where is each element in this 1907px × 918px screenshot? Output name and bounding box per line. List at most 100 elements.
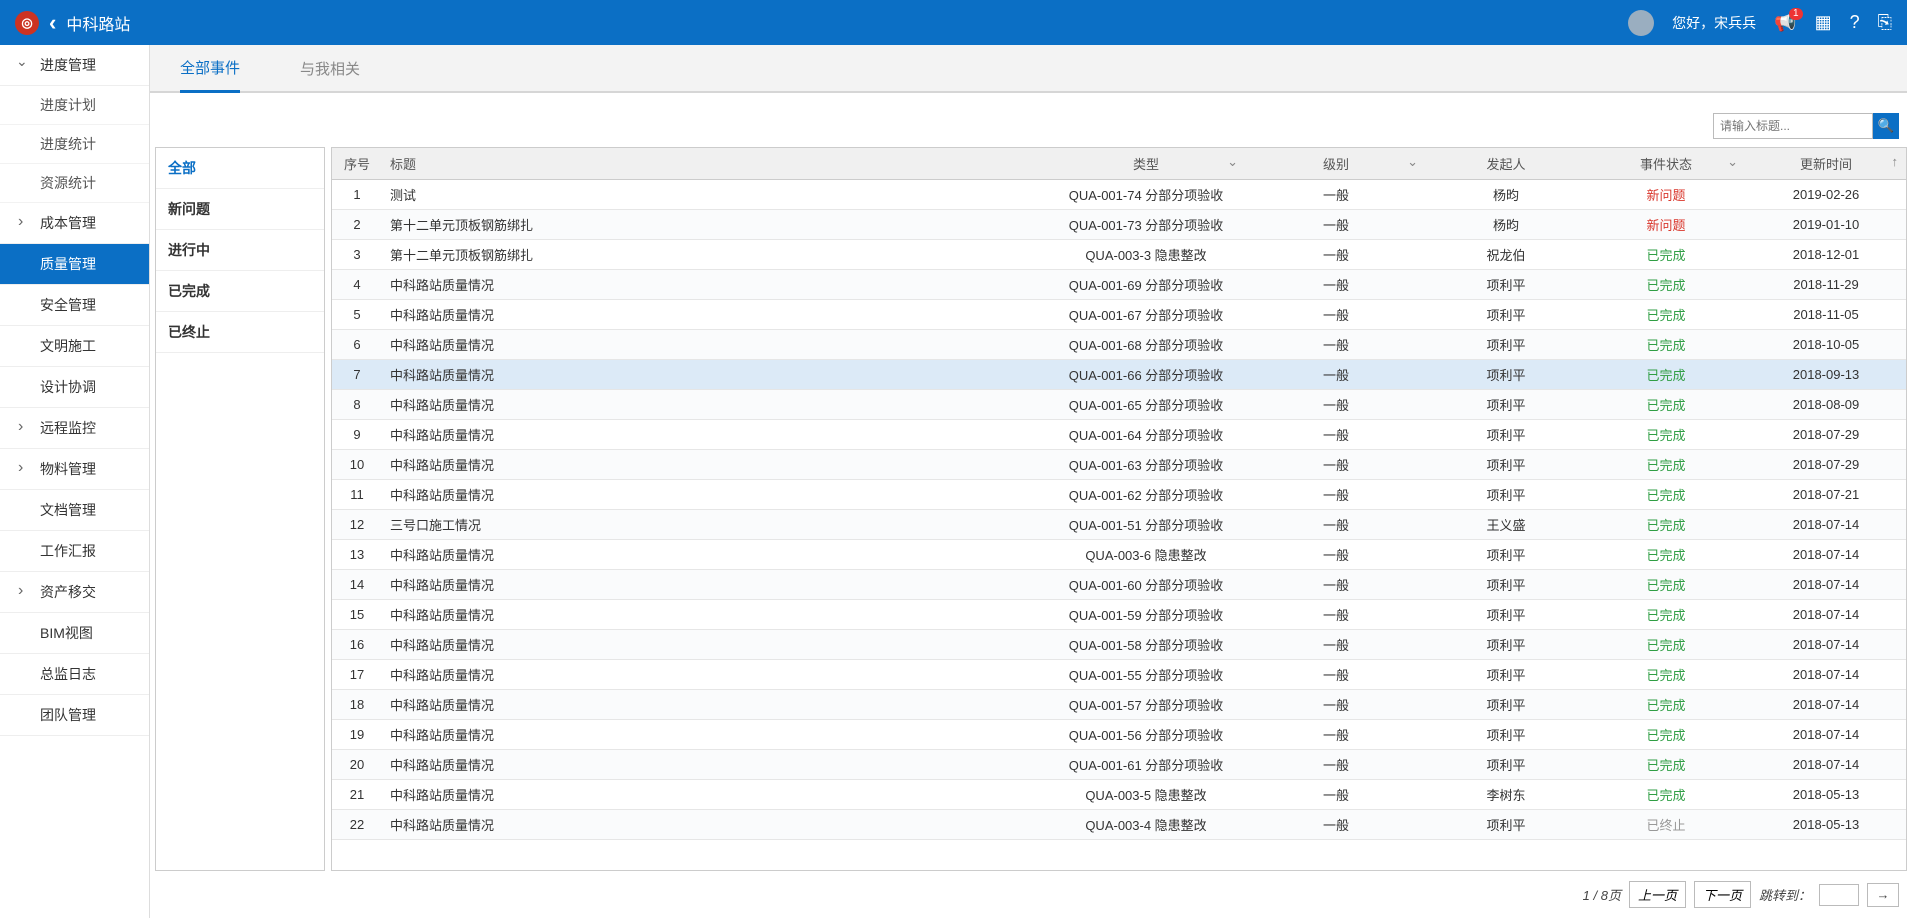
- col-header-type[interactable]: 类型⌄: [1046, 148, 1246, 180]
- table-row[interactable]: 13中科路站质量情况QUA-003-6 隐患整改一般项利平已完成2018-07-…: [332, 540, 1906, 570]
- table-row[interactable]: 21中科路站质量情况QUA-003-5 隐患整改一般李树东已完成2018-05-…: [332, 780, 1906, 810]
- filter-item[interactable]: 新问题: [156, 189, 324, 230]
- cell-time: 2018-11-05: [1746, 300, 1906, 330]
- sidebar-item[interactable]: 文明施工: [0, 326, 149, 367]
- chevron-down-icon[interactable]: ⌄: [1227, 154, 1238, 170]
- table-row[interactable]: 6中科路站质量情况QUA-001-68 分部分项验收一般项利平已完成2018-1…: [332, 330, 1906, 360]
- tab[interactable]: 与我相关: [300, 46, 360, 91]
- search-input[interactable]: [1713, 113, 1873, 139]
- table-row[interactable]: 17中科路站质量情况QUA-001-55 分部分项验收一般项利平已完成2018-…: [332, 660, 1906, 690]
- table-row[interactable]: 3第十二单元顶板钢筋绑扎QUA-003-3 隐患整改一般祝龙伯已完成2018-1…: [332, 240, 1906, 270]
- sidebar-sub-item[interactable]: 进度计划: [0, 86, 149, 125]
- table-row[interactable]: 14中科路站质量情况QUA-001-60 分部分项验收一般项利平已完成2018-…: [332, 570, 1906, 600]
- cell-type: QUA-001-66 分部分项验收: [1046, 360, 1246, 390]
- sidebar-item[interactable]: 工作汇报: [0, 531, 149, 572]
- sidebar-item[interactable]: 总监日志: [0, 654, 149, 695]
- table-row[interactable]: 4中科路站质量情况QUA-001-69 分部分项验收一般项利平已完成2018-1…: [332, 270, 1906, 300]
- sidebar-item[interactable]: 文档管理: [0, 490, 149, 531]
- announce-icon[interactable]: 📢1: [1774, 12, 1796, 33]
- chevron-down-icon[interactable]: ⌄: [1727, 154, 1738, 170]
- cell-level: 一般: [1246, 570, 1426, 600]
- cell-idx: 14: [332, 570, 382, 600]
- main-panel: 全部事件与我相关 🔍 全部新问题进行中已完成已终止 序号 标题: [150, 45, 1907, 918]
- sidebar-sub-item[interactable]: 资源统计: [0, 164, 149, 203]
- cell-idx: 9: [332, 420, 382, 450]
- col-header-idx[interactable]: 序号: [332, 148, 382, 180]
- cell-status: 已完成: [1586, 780, 1746, 810]
- cell-owner: 项利平: [1426, 300, 1586, 330]
- sidebar-item[interactable]: 安全管理: [0, 285, 149, 326]
- cell-type: QUA-003-5 隐患整改: [1046, 780, 1246, 810]
- cell-status: 已完成: [1586, 690, 1746, 720]
- sidebar-item[interactable]: 资产移交: [0, 572, 149, 613]
- sidebar-item[interactable]: 质量管理: [0, 244, 149, 285]
- chevron-down-icon[interactable]: ⌄: [1407, 154, 1418, 170]
- sidebar-item[interactable]: 设计协调: [0, 367, 149, 408]
- cell-idx: 5: [332, 300, 382, 330]
- filter-panel: 全部新问题进行中已完成已终止: [155, 147, 325, 871]
- table-row[interactable]: 20中科路站质量情况QUA-001-61 分部分项验收一般项利平已完成2018-…: [332, 750, 1906, 780]
- cell-owner: 李树东: [1426, 780, 1586, 810]
- table-row[interactable]: 10中科路站质量情况QUA-001-63 分部分项验收一般项利平已完成2018-…: [332, 450, 1906, 480]
- back-chevron-icon[interactable]: ‹: [49, 10, 56, 36]
- filter-item[interactable]: 全部: [156, 148, 324, 189]
- cell-level: 一般: [1246, 390, 1426, 420]
- cell-type: QUA-003-6 隐患整改: [1046, 540, 1246, 570]
- sort-asc-icon[interactable]: ↑: [1892, 154, 1899, 169]
- col-header-time[interactable]: 更新时间↑: [1746, 148, 1906, 180]
- cell-owner: 项利平: [1426, 420, 1586, 450]
- filter-item[interactable]: 已终止: [156, 312, 324, 353]
- cell-level: 一般: [1246, 810, 1426, 840]
- col-header-owner[interactable]: 发起人: [1426, 148, 1586, 180]
- help-icon[interactable]: ?: [1850, 12, 1860, 33]
- cell-idx: 6: [332, 330, 382, 360]
- table-row[interactable]: 15中科路站质量情况QUA-001-59 分部分项验收一般项利平已完成2018-…: [332, 600, 1906, 630]
- table-row[interactable]: 8中科路站质量情况QUA-001-65 分部分项验收一般项利平已完成2018-0…: [332, 390, 1906, 420]
- filter-item[interactable]: 进行中: [156, 230, 324, 271]
- cell-owner: 项利平: [1426, 690, 1586, 720]
- prev-page-button[interactable]: 上一页: [1629, 881, 1686, 908]
- table-row[interactable]: 19中科路站质量情况QUA-001-56 分部分项验收一般项利平已完成2018-…: [332, 720, 1906, 750]
- table-row[interactable]: 2第十二单元顶板钢筋绑扎QUA-001-73 分部分项验收一般杨昀新问题2019…: [332, 210, 1906, 240]
- cell-type: QUA-001-68 分部分项验收: [1046, 330, 1246, 360]
- table-row[interactable]: 16中科路站质量情况QUA-001-58 分部分项验收一般项利平已完成2018-…: [332, 630, 1906, 660]
- sidebar-item[interactable]: 成本管理: [0, 203, 149, 244]
- cell-type: QUA-001-57 分部分项验收: [1046, 690, 1246, 720]
- next-page-button[interactable]: 下一页: [1694, 881, 1751, 908]
- apps-icon[interactable]: ▦: [1815, 12, 1832, 33]
- filter-item[interactable]: 已完成: [156, 271, 324, 312]
- sidebar-item[interactable]: 远程监控: [0, 408, 149, 449]
- col-header-level[interactable]: 级别⌄: [1246, 148, 1426, 180]
- jump-label: 跳转到：: [1759, 885, 1811, 904]
- cell-type: QUA-001-56 分部分项验收: [1046, 720, 1246, 750]
- table-row[interactable]: 1测试QUA-001-74 分部分项验收一般杨昀新问题2019-02-26: [332, 180, 1906, 210]
- sidebar-item[interactable]: BIM视图: [0, 613, 149, 654]
- jump-input[interactable]: [1819, 884, 1859, 906]
- tab[interactable]: 全部事件: [180, 45, 240, 93]
- sidebar-item[interactable]: 物料管理: [0, 449, 149, 490]
- cell-type: QUA-001-55 分部分项验收: [1046, 660, 1246, 690]
- col-header-title[interactable]: 标题: [382, 148, 1046, 180]
- cell-type: QUA-001-74 分部分项验收: [1046, 180, 1246, 210]
- logout-icon[interactable]: ⎘: [1878, 12, 1892, 33]
- table-row[interactable]: 11中科路站质量情况QUA-001-62 分部分项验收一般项利平已完成2018-…: [332, 480, 1906, 510]
- table-row[interactable]: 9中科路站质量情况QUA-001-64 分部分项验收一般项利平已完成2018-0…: [332, 420, 1906, 450]
- table-row[interactable]: 7中科路站质量情况QUA-001-66 分部分项验收一般项利平已完成2018-0…: [332, 360, 1906, 390]
- sidebar-item[interactable]: 进度管理: [0, 45, 149, 86]
- cell-type: QUA-001-63 分部分项验收: [1046, 450, 1246, 480]
- avatar-icon[interactable]: [1628, 10, 1654, 36]
- cell-idx: 12: [332, 510, 382, 540]
- search-button[interactable]: 🔍: [1873, 113, 1899, 139]
- cell-time: 2018-11-29: [1746, 270, 1906, 300]
- table-row[interactable]: 12三号口施工情况QUA-001-51 分部分项验收一般王义盛已完成2018-0…: [332, 510, 1906, 540]
- table-row[interactable]: 18中科路站质量情况QUA-001-57 分部分项验收一般项利平已完成2018-…: [332, 690, 1906, 720]
- cell-title: 中科路站质量情况: [382, 270, 1046, 300]
- cell-time: 2019-01-10: [1746, 210, 1906, 240]
- sidebar-sub-item[interactable]: 进度统计: [0, 125, 149, 164]
- table-row[interactable]: 5中科路站质量情况QUA-001-67 分部分项验收一般项利平已完成2018-1…: [332, 300, 1906, 330]
- col-header-status[interactable]: 事件状态⌄: [1586, 148, 1746, 180]
- table-row[interactable]: 22中科路站质量情况QUA-003-4 隐患整改一般项利平已终止2018-05-…: [332, 810, 1906, 840]
- cell-level: 一般: [1246, 540, 1426, 570]
- sidebar-item[interactable]: 团队管理: [0, 695, 149, 736]
- jump-go-button[interactable]: →: [1867, 883, 1899, 907]
